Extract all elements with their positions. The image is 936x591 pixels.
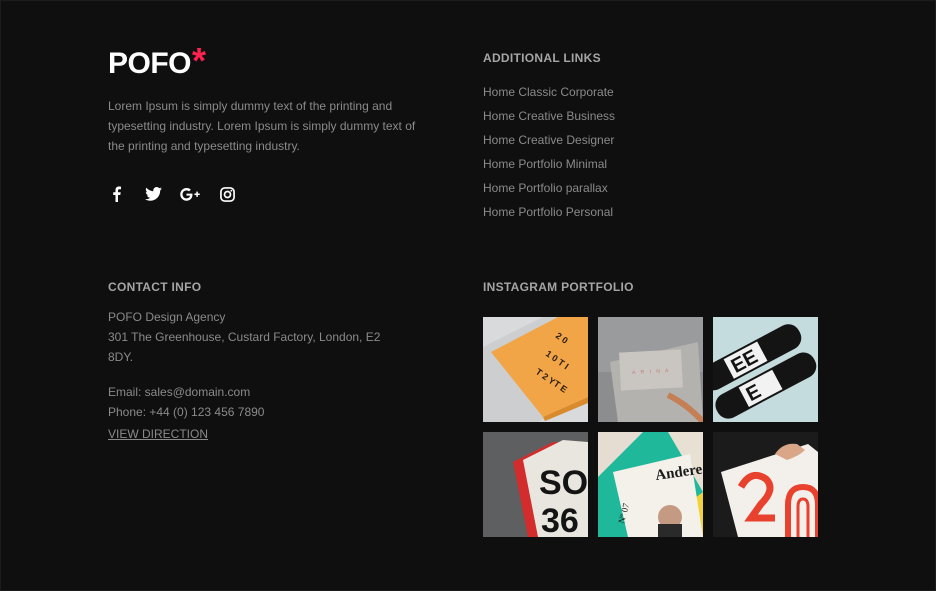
google-plus-icon[interactable] bbox=[180, 184, 200, 204]
logo-asterisk: * bbox=[192, 40, 207, 81]
about-text: Lorem Ipsum is simply dummy text of the … bbox=[108, 99, 416, 153]
link-home-creative-business[interactable]: Home Creative Business bbox=[483, 104, 615, 128]
instagram-photo-number-poster[interactable] bbox=[713, 432, 818, 537]
contact-phone: Phone: +44 (0) 123 456 7890 bbox=[108, 405, 265, 419]
twitter-icon[interactable] bbox=[143, 184, 163, 204]
link-home-portfolio-minimal[interactable]: Home Portfolio Minimal bbox=[483, 152, 615, 176]
social-links bbox=[106, 184, 254, 204]
link-home-classic-corporate[interactable]: Home Classic Corporate bbox=[483, 80, 615, 104]
instagram-photo-wine-bottles[interactable]: EE E bbox=[713, 317, 818, 422]
instagram-photo-orange-book[interactable]: 2 0 1 0 T I T 2 Y T E bbox=[483, 317, 588, 422]
svg-text:SO: SO bbox=[539, 464, 588, 502]
instagram-icon[interactable] bbox=[217, 184, 237, 204]
logo-text: POFO bbox=[108, 47, 192, 80]
instagram-photo-so36-magazine[interactable]: SO 36 bbox=[483, 432, 588, 537]
view-direction-link[interactable]: VIEW DIRECTION bbox=[108, 424, 208, 444]
link-home-portfolio-parallax[interactable]: Home Portfolio parallax bbox=[483, 176, 615, 200]
agency-name: POFO Design Agency bbox=[108, 310, 226, 324]
instagram-photo-business-card[interactable]: A R I N A bbox=[598, 317, 703, 422]
facebook-icon[interactable] bbox=[106, 184, 126, 204]
additional-links-list: Home Classic Corporate Home Creative Bus… bbox=[483, 80, 615, 224]
agency-address: 301 The Greenhouse, Custard Factory, Lon… bbox=[108, 330, 381, 364]
svg-text:36: 36 bbox=[541, 502, 579, 537]
instagram-portfolio-heading: INSTAGRAM PORTFOLIO bbox=[483, 280, 634, 294]
contact-info: POFO Design Agency 301 The Greenhouse, C… bbox=[108, 307, 398, 444]
instagram-grid: 2 0 1 0 T I T 2 Y T E A R I N A EE E SO … bbox=[483, 317, 818, 537]
instagram-photo-andersen-magazine[interactable]: Andere Nº 07 bbox=[598, 432, 703, 537]
link-home-portfolio-personal[interactable]: Home Portfolio Personal bbox=[483, 200, 615, 224]
logo[interactable]: POFO * bbox=[108, 40, 207, 81]
link-home-creative-designer[interactable]: Home Creative Designer bbox=[483, 128, 615, 152]
additional-links-heading: ADDITIONAL LINKS bbox=[483, 51, 601, 65]
contact-info-heading: CONTACT INFO bbox=[108, 280, 202, 294]
contact-email[interactable]: Email: sales@domain.com bbox=[108, 382, 398, 402]
